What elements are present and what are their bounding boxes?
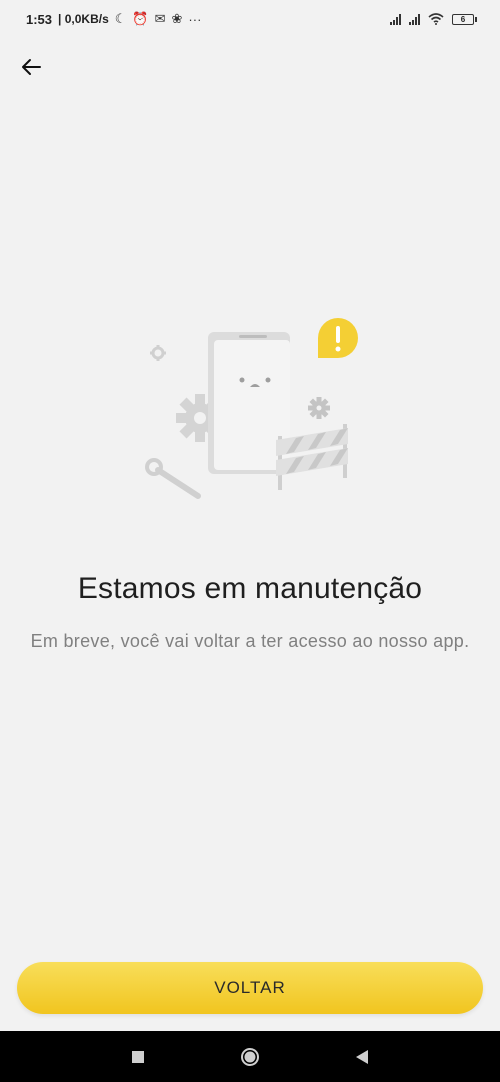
circle-icon <box>241 1047 259 1066</box>
wifi-icon <box>428 13 444 25</box>
network-speed: | 0,0KB/s <box>58 12 109 26</box>
status-bar-right: 6 <box>390 13 477 25</box>
app-icon: ❀ <box>171 11 183 26</box>
warning-icon <box>318 318 358 358</box>
alarm-icon: ⏰ <box>132 11 149 26</box>
status-bar-left: 1:53 | 0,0KB/s ☾ ⏰ ✉ ❀ ··· <box>26 11 201 27</box>
status-bar: 1:53 | 0,0KB/s ☾ ⏰ ✉ ❀ ··· 6 <box>0 0 500 38</box>
back-nav-button[interactable] <box>348 1043 376 1071</box>
arrow-left-icon <box>22 59 41 75</box>
signal-icon <box>390 13 401 25</box>
page-title: Estamos em manutenção <box>77 572 423 605</box>
gear-icon <box>150 345 166 361</box>
recent-apps-button[interactable] <box>124 1043 152 1071</box>
gear-icon <box>308 397 330 419</box>
page-subtitle: Em breve, você vai voltar a ter acesso a… <box>30 631 470 651</box>
status-time: 1:53 <box>26 11 53 27</box>
signal-icon <box>409 13 420 25</box>
battery-icon: 6 <box>452 13 477 25</box>
voltar-button[interactable]: VOLTAR <box>17 962 483 1014</box>
wrench-icon <box>145 458 201 499</box>
navigation-bar <box>0 1031 500 1082</box>
more-notifications-icon: ··· <box>188 11 202 27</box>
maintenance-illustration <box>145 318 358 499</box>
back-button[interactable] <box>14 50 48 84</box>
triangle-icon <box>356 1049 368 1064</box>
home-button[interactable] <box>236 1043 264 1071</box>
square-icon <box>132 1050 144 1063</box>
notification-icon: ✉ <box>154 11 166 26</box>
moon-icon: ☾ <box>114 11 127 26</box>
